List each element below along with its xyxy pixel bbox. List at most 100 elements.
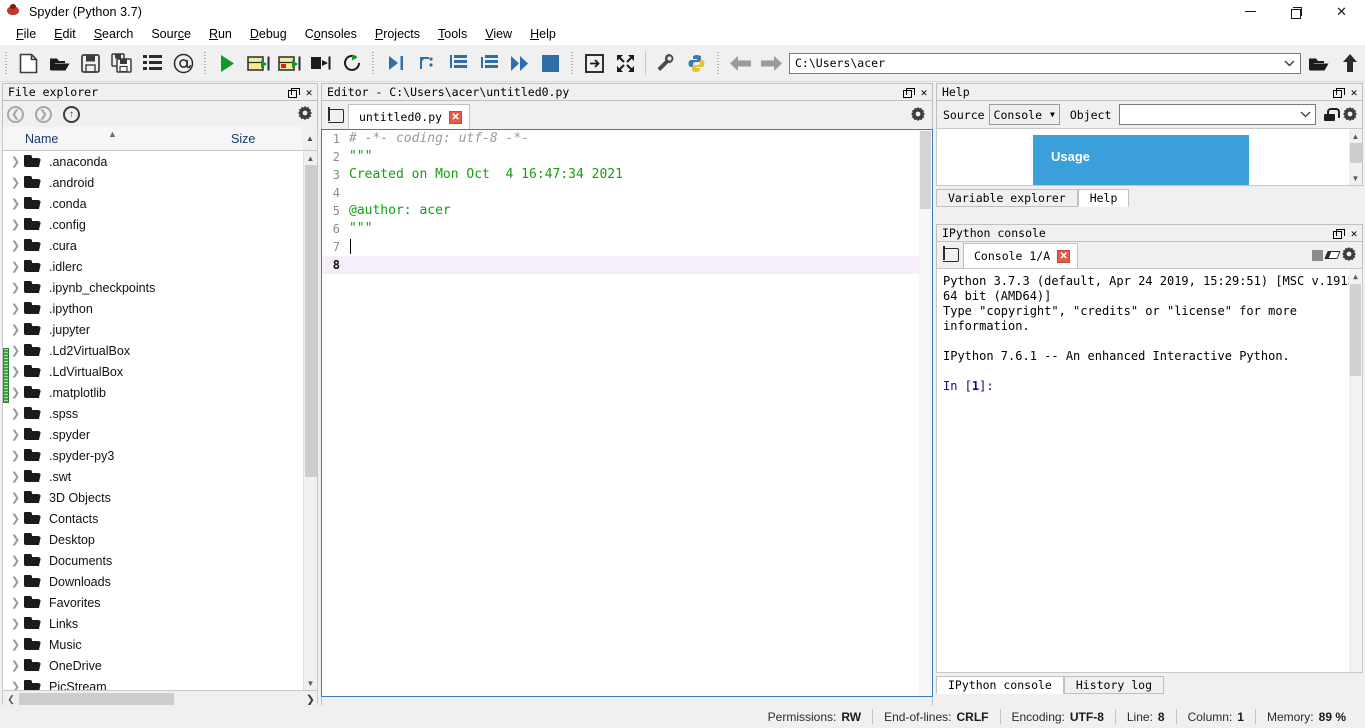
- fullscreen-icon[interactable]: [610, 48, 641, 79]
- expand-chevron-icon[interactable]: ❯: [7, 239, 24, 252]
- expand-chevron-icon[interactable]: ❯: [7, 260, 24, 273]
- stop-icon[interactable]: [1309, 247, 1325, 263]
- file-tree-row[interactable]: ❯ .swt: [3, 466, 303, 487]
- gear-icon[interactable]: [297, 106, 313, 122]
- path-input[interactable]: C:\Users\acer: [789, 52, 1301, 74]
- help-scrollbar[interactable]: ▲ ▼: [1349, 129, 1362, 185]
- file-explorer-scrollbar[interactable]: ▲ ▼: [303, 151, 317, 690]
- expand-chevron-icon[interactable]: ❯: [7, 323, 24, 336]
- expand-chevron-icon[interactable]: ❯: [7, 512, 24, 525]
- forward-circle-icon[interactable]: ❯: [35, 105, 52, 123]
- code-line[interactable]: 1 # -*- coding: utf-8 -*-: [322, 130, 932, 148]
- expand-chevron-icon[interactable]: ❯: [7, 344, 24, 357]
- toolbar-grip-debug[interactable]: [370, 50, 377, 76]
- editor-scrollbar-thumb[interactable]: [920, 131, 931, 209]
- console-tab-1a[interactable]: Console 1/A ✕: [963, 243, 1079, 268]
- editor-tab-untitled0[interactable]: untitled0.py ✕: [348, 104, 471, 129]
- dock-tab-variable-explorer[interactable]: Variable explorer: [936, 189, 1078, 207]
- object-input[interactable]: [1119, 104, 1316, 125]
- expand-chevron-icon[interactable]: ❯: [7, 617, 24, 630]
- float-pane-icon[interactable]: [285, 84, 301, 100]
- scroll-down-arrow-icon[interactable]: ▼: [1349, 171, 1362, 185]
- file-tree-row[interactable]: ❯ 3D Objects: [3, 487, 303, 508]
- arrow-up-icon[interactable]: [1334, 48, 1365, 79]
- new-file-icon[interactable]: [13, 48, 44, 79]
- menu-tools[interactable]: Tools: [429, 25, 476, 43]
- file-tree-row[interactable]: ❯ .ipython: [3, 298, 303, 319]
- close-pane-icon[interactable]: ✕: [916, 84, 932, 100]
- toolbar-grip-path[interactable]: [715, 50, 722, 76]
- scroll-down-arrow-icon[interactable]: ▼: [304, 676, 317, 690]
- menu-view[interactable]: View: [476, 25, 521, 43]
- console-output[interactable]: Python 3.7.3 (default, Apr 24 2019, 15:2…: [936, 268, 1363, 673]
- menu-projects[interactable]: Projects: [366, 25, 429, 43]
- maximize-icon[interactable]: [1273, 0, 1318, 23]
- menu-source[interactable]: Source: [142, 25, 200, 43]
- open-file-icon[interactable]: [44, 48, 75, 79]
- menu-consoles[interactable]: Consoles: [296, 25, 366, 43]
- file-tree-row[interactable]: ❯ .LdVirtualBox: [3, 361, 303, 382]
- file-tree-row[interactable]: ❯ .matplotlib: [3, 382, 303, 403]
- erase-icon[interactable]: [1325, 247, 1341, 263]
- expand-chevron-icon[interactable]: ❯: [7, 638, 24, 651]
- code-line[interactable]: 5 @author: acer: [322, 202, 932, 220]
- expand-chevron-icon[interactable]: ❯: [7, 386, 24, 399]
- expand-chevron-icon[interactable]: ❯: [7, 470, 24, 483]
- debug-file-icon[interactable]: [380, 48, 411, 79]
- dock-tab-ipython-console[interactable]: IPython console: [936, 676, 1064, 694]
- code-editor[interactable]: 1 # -*- coding: utf-8 -*- 2 """ 3 Created on …: [321, 129, 933, 697]
- file-tree-row[interactable]: ❯ Favorites: [3, 592, 303, 613]
- file-tree-row[interactable]: ❯ .Ld2VirtualBox: [3, 340, 303, 361]
- expand-chevron-icon[interactable]: ❯: [7, 197, 24, 210]
- code-line[interactable]: 4: [322, 184, 932, 202]
- file-tree-row[interactable]: ❯ .android: [3, 172, 303, 193]
- file-tree-row[interactable]: ❯ OneDrive: [3, 655, 303, 676]
- maximize-pane-icon[interactable]: [579, 48, 610, 79]
- continue-icon[interactable]: [504, 48, 535, 79]
- save-file-icon[interactable]: [75, 48, 106, 79]
- menu-help[interactable]: Help: [521, 25, 565, 43]
- toolbar-grip-run[interactable]: [202, 50, 209, 76]
- close-pane-icon[interactable]: ✕: [1346, 84, 1362, 100]
- close-pane-icon[interactable]: ✕: [301, 84, 317, 100]
- file-tree-row[interactable]: ❯ .cura: [3, 235, 303, 256]
- editor-scrollbar[interactable]: [919, 130, 932, 696]
- expand-chevron-icon[interactable]: ❯: [7, 659, 24, 672]
- rerun-icon[interactable]: [336, 48, 367, 79]
- run-cell-advance-icon[interactable]: [274, 48, 305, 79]
- file-tree-row[interactable]: ❯ Downloads: [3, 571, 303, 592]
- scroll-up-arrow-icon[interactable]: ▲: [1349, 269, 1362, 283]
- stop-debug-icon[interactable]: [535, 48, 566, 79]
- lock-open-icon[interactable]: [1324, 108, 1340, 121]
- file-tree-row[interactable]: ❯ PicStream: [3, 676, 303, 691]
- file-tree-row[interactable]: ❯ .config: [3, 214, 303, 235]
- help-content[interactable]: Usage ▲ ▼: [936, 128, 1363, 186]
- code-line[interactable]: 8: [322, 256, 932, 274]
- open-folder-icon[interactable]: [1303, 48, 1334, 79]
- expand-chevron-icon[interactable]: ❯: [7, 680, 24, 690]
- toolbar-grip[interactable]: [3, 50, 10, 76]
- close-tab-icon[interactable]: ✕: [449, 110, 463, 124]
- close-icon[interactable]: ✕: [1318, 0, 1365, 23]
- console-scrollbar[interactable]: ▲: [1349, 269, 1362, 672]
- expand-chevron-icon[interactable]: ❯: [7, 218, 24, 231]
- back-circle-icon[interactable]: ❮: [7, 105, 24, 123]
- scrollbar-thumb[interactable]: [1350, 143, 1362, 163]
- list-icon[interactable]: [137, 48, 168, 79]
- python-path-icon[interactable]: [681, 48, 712, 79]
- float-pane-icon[interactable]: [900, 84, 916, 100]
- code-line[interactable]: 3 Created on Mon Oct 4 16:47:34 2021: [322, 166, 932, 184]
- file-tree-row[interactable]: ❯ .anaconda: [3, 151, 303, 172]
- gear-icon[interactable]: [1341, 247, 1357, 263]
- run-file-icon[interactable]: [212, 48, 243, 79]
- dock-tab-history-log[interactable]: History log: [1063, 676, 1165, 694]
- expand-chevron-icon[interactable]: ❯: [7, 596, 24, 609]
- file-explorer-tree[interactable]: ❯ .anaconda ❯ .android ❯ .conda ❯ .config ❯ .cura…: [2, 151, 318, 691]
- menu-edit[interactable]: Edit: [45, 25, 85, 43]
- hscroll-left-icon[interactable]: ❮: [3, 694, 19, 705]
- menu-file[interactable]: File: [7, 25, 45, 43]
- code-line[interactable]: 7: [322, 238, 932, 256]
- float-pane-icon[interactable]: [1330, 225, 1346, 241]
- menu-debug[interactable]: Debug: [241, 25, 296, 43]
- file-tree-row[interactable]: ❯ Documents: [3, 550, 303, 571]
